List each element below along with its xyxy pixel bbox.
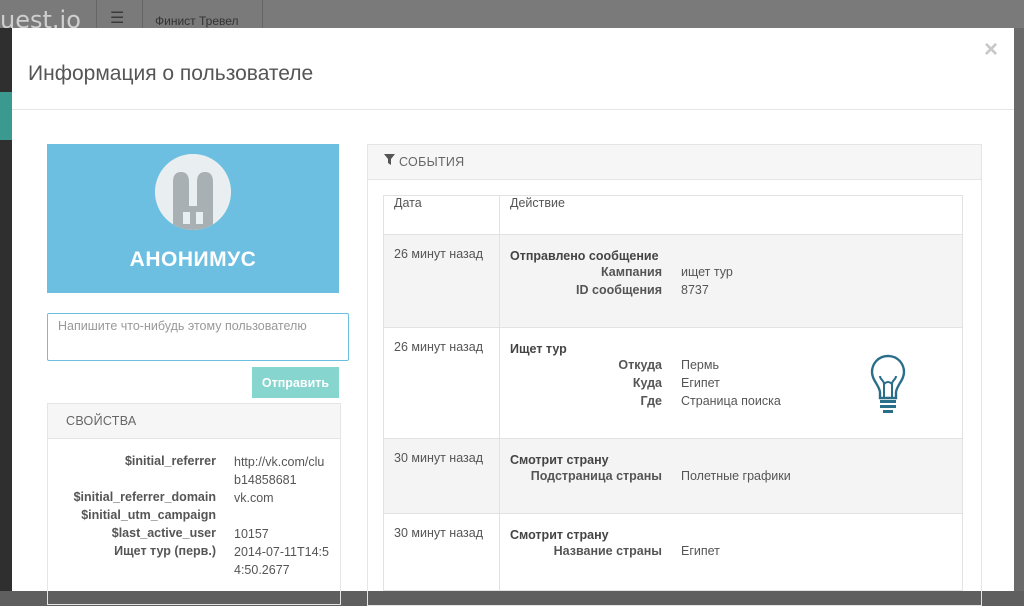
event-property: ID сообщения 8737 [510,283,962,301]
properties-title: СВОЙСТВА [48,404,340,439]
event-property: Подстраница страны Полетные графики [510,469,962,487]
event-title: Смотрит страну [510,453,609,467]
events-table: Дата Действие 26 минут назад Отправлено … [383,195,963,591]
modal-title: Информация о пользователе [28,62,314,85]
bunny-avatar-icon [155,154,231,230]
table-row[interactable]: 26 минут назад Отправлено сообщение Камп… [383,234,963,328]
event-property-key: Где [640,394,663,408]
event-title: Отправлено сообщение [510,249,659,263]
column-header-date: Дата [383,195,500,235]
event-date: 30 минут назад [383,513,500,591]
event-action: Смотрит страну Подстраница страны Полетн… [499,438,963,514]
event-property-key: Откуда [618,358,662,372]
modal-header: Информация о пользователе × [12,28,1014,110]
event-property-value: Египет [681,376,720,390]
event-property-value: Полетные графики [681,469,791,483]
project-name[interactable]: Финист Тревел [155,14,239,28]
event-property-key: Подстраница страны [530,469,662,483]
event-property: Название страны Египет [510,544,962,562]
property-key: $last_active_user [111,526,216,540]
column-header-action: Действие [499,195,963,235]
event-property-value: ищет тур [681,265,733,279]
event-date: 26 минут назад [383,327,500,439]
event-title: Смотрит страну [510,528,609,542]
event-action: Отправлено сообщение Кампания ищет тур I… [499,234,963,328]
filter-icon[interactable] [384,144,395,178]
event-date: 30 минут назад [383,438,500,514]
property-key: Ищет тур (перв.) [114,544,216,558]
topbar-divider [262,0,263,28]
send-button[interactable]: Отправить [252,367,339,398]
property-value: 2014-07-11T14:54:50.2677 [234,545,329,577]
topbar-divider [142,0,143,28]
events-title: СОБЫТИЯ [399,155,465,169]
event-property-value: Пермь [681,358,719,372]
property-value: vk.com [234,491,274,505]
topbar-divider [96,0,97,28]
event-property-key: Куда [632,376,662,390]
property-key: $initial_referrer_domain [73,490,216,504]
property-value: 10157 [234,527,269,541]
table-row[interactable]: 30 минут назад Смотрит страну Название с… [383,513,963,591]
profile-name: АНОНИМУС [129,248,257,271]
property-value: http://vk.com/club14858681 [234,455,325,487]
background-topbar [0,0,1024,28]
event-action: Ищет тур Откуда Пермь Куда Египет Где Ст [499,327,963,439]
user-info-modal: Информация о пользователе × АНОНИМУС Отп… [12,28,1014,606]
event-property-value: Египет [681,544,720,558]
lightbulb-icon [870,354,906,419]
properties-panel: СВОЙСТВА $initial_referrer http://vk.com… [47,403,341,605]
event-property-key: ID сообщения [576,283,662,297]
close-icon[interactable]: × [984,36,998,64]
table-header-row: Дата Действие [383,195,963,235]
background-right-panel [1014,28,1024,591]
table-row[interactable]: 30 минут назад Смотрит страну Подстраниц… [383,438,963,514]
event-property-value: Страница поиска [681,394,781,408]
event-property: Кампания ищет тур [510,265,962,283]
profile-card: АНОНИМУС [47,144,339,293]
event-property-key: Название страны [553,544,662,558]
events-header: СОБЫТИЯ [368,145,981,180]
event-action: Смотрит страну Название страны Египет [499,513,963,591]
property-key: $initial_referrer [124,454,216,468]
table-row[interactable]: 26 минут назад Ищет тур Откуда Пермь Куд… [383,327,963,439]
hamburger-icon[interactable]: ☰ [110,8,124,28]
background-sidebar-active-item [0,92,12,140]
event-property-value: 8737 [681,283,709,297]
message-input[interactable] [47,313,349,361]
event-date: 26 минут назад [383,234,500,328]
property-key: $initial_utm_campaign [81,508,216,522]
event-property-key: Кампания [600,265,662,279]
events-panel: СОБЫТИЯ Дата Действие 26 минут назад Отп… [367,144,982,606]
